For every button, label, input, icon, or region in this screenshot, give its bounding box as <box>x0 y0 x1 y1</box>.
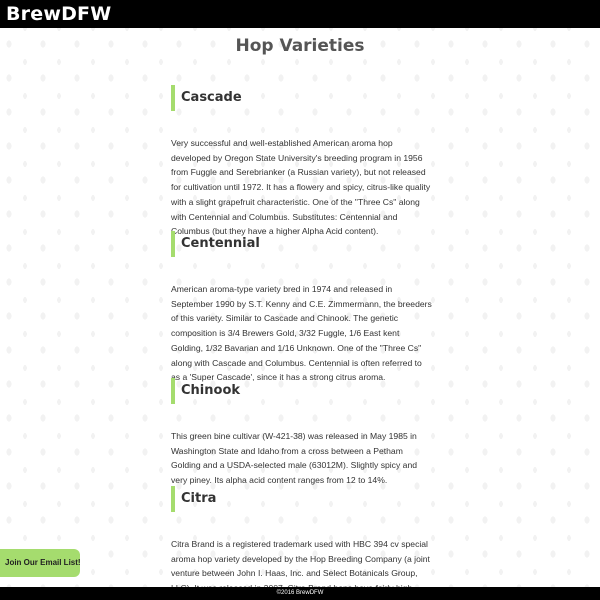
section-heading: Citra <box>171 486 433 512</box>
section-heading: Chinook <box>171 378 433 404</box>
section-title: Chinook <box>181 383 241 398</box>
section-description: American aroma-type variety bred in 1974… <box>171 284 432 383</box>
copyright-text: ©2016 BrewDFW <box>276 590 324 596</box>
section-title: Cascade <box>181 90 242 105</box>
hop-section-chinook: Chinook This green bine cultivar (W-421-… <box>171 378 433 488</box>
join-email-list-button[interactable]: Join Our Email List! <box>0 549 81 577</box>
section-title: Citra <box>181 491 217 506</box>
section-description: This green bine cultivar (W-421-38) was … <box>171 431 418 486</box>
hop-section-centennial: Centennial American aroma-type variety b… <box>171 231 433 385</box>
footer: ©2016 BrewDFW <box>0 587 600 600</box>
section-heading: Centennial <box>171 231 433 257</box>
page-title: Hop Varieties <box>235 36 365 56</box>
section-heading: Cascade <box>171 85 433 111</box>
top-header-bar: BrewDFW <box>0 0 600 28</box>
site-logo[interactable]: BrewDFW <box>6 2 111 26</box>
hop-section-cascade: Cascade Very successful and well-establi… <box>171 85 433 239</box>
hop-section-citra: Citra Citra Brand is a registered tradem… <box>171 486 433 600</box>
section-description: Very successful and well-established Ame… <box>171 138 431 237</box>
section-title: Centennial <box>181 236 260 251</box>
